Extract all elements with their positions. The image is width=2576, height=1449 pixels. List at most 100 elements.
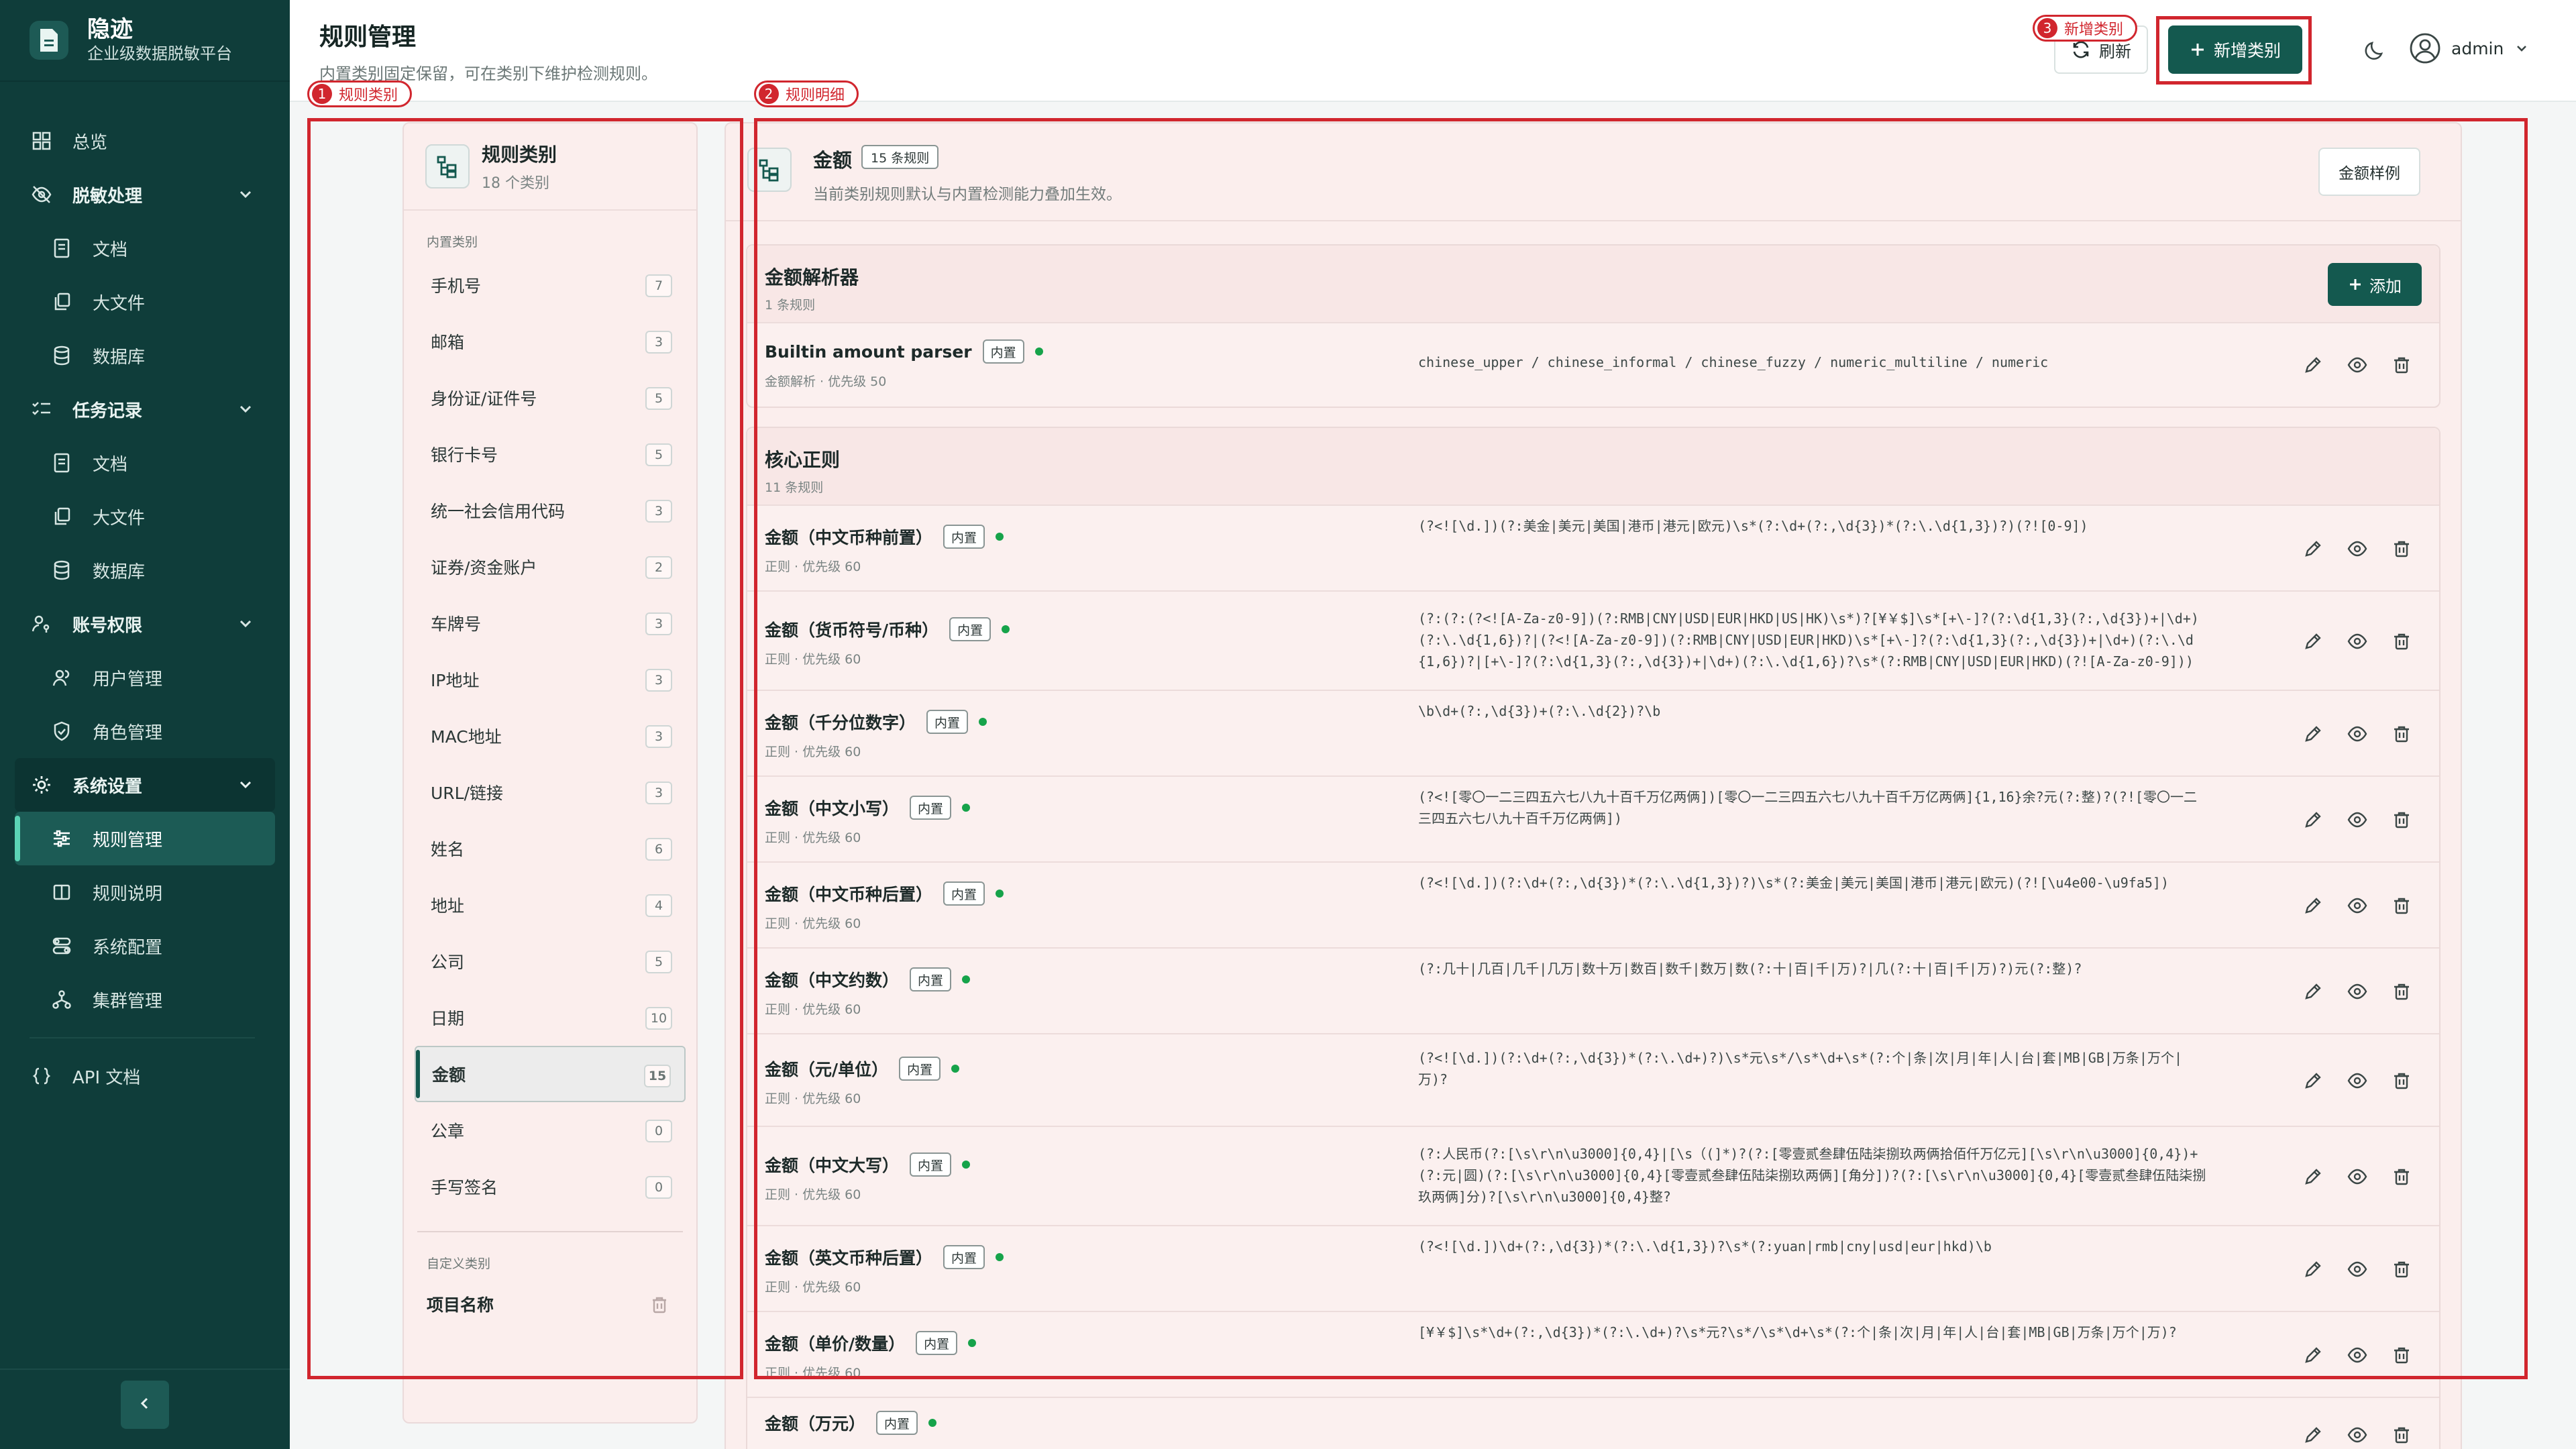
category-item-bank-card[interactable]: 银行卡号 5 — [415, 426, 686, 482]
eye-icon[interactable] — [2347, 895, 2368, 916]
category-item-email[interactable]: 邮箱 3 — [415, 313, 686, 370]
edit-icon[interactable] — [2302, 1070, 2324, 1091]
gear-icon — [28, 771, 55, 798]
collapse-sidebar-button[interactable] — [121, 1381, 169, 1429]
edit-icon[interactable] — [2302, 981, 2324, 1002]
category-item-ip[interactable]: IP地址 3 — [415, 651, 686, 708]
nav-group-desensitize[interactable]: 脱敏处理 — [15, 168, 275, 221]
edit-icon[interactable] — [2302, 895, 2324, 916]
nav-group-tasks[interactable]: 任务记录 — [15, 382, 275, 436]
eye-icon[interactable] — [2347, 1070, 2368, 1091]
nav-tasks-doc[interactable]: 文档 — [15, 436, 275, 490]
trash-icon[interactable] — [2391, 809, 2412, 830]
trash-icon[interactable] — [2391, 631, 2412, 652]
nav-overview-label: 总览 — [72, 132, 108, 153]
nav-group-settings[interactable]: 系统设置 — [15, 758, 275, 812]
category-item-company[interactable]: 公司 5 — [415, 933, 686, 989]
category-item-signature[interactable]: 手写签名 0 — [415, 1159, 686, 1215]
toggles-icon — [48, 932, 75, 959]
eye-icon[interactable] — [2347, 723, 2368, 745]
add-category-button[interactable]: 新增类别 — [2168, 25, 2302, 74]
edit-icon[interactable] — [2302, 809, 2324, 830]
category-item-name[interactable]: 姓名 6 — [415, 820, 686, 877]
moon-icon[interactable] — [2361, 35, 2391, 64]
nav-tasks-db[interactable]: 数据库 — [15, 543, 275, 597]
nav-settings-rules[interactable]: 规则管理 — [15, 812, 275, 865]
trash-icon[interactable] — [2391, 1258, 2412, 1280]
nav-settings-cluster-label: 集群管理 — [93, 991, 163, 1012]
nav-tasks-bigfile[interactable]: 大文件 — [15, 490, 275, 543]
rule-meta: 正则 · 优先级 60 — [765, 1091, 861, 1106]
rule-pattern: [¥￥$]\s*\d+(?:,\d{3})*(?:\.\d+)?\s*元?\s*… — [1418, 1324, 2177, 1340]
rule-count-badge: 15 条规则 — [861, 145, 939, 169]
edit-icon[interactable] — [2302, 631, 2324, 652]
enabled-status-dot — [996, 533, 1004, 541]
rule-group-count: 1 条规则 — [765, 298, 816, 313]
add-rule-button[interactable]: 添加 — [2328, 263, 2422, 306]
edit-icon[interactable] — [2302, 1166, 2324, 1187]
category-item-id-card[interactable]: 身份证/证件号 5 — [415, 370, 686, 426]
trash-icon[interactable] — [2391, 1070, 2412, 1091]
rule-name: 金额（元/单位） 内置 — [765, 1057, 960, 1081]
nav-desensitize-bigfile[interactable]: 大文件 — [15, 275, 275, 329]
nav-settings-cluster[interactable]: 集群管理 — [15, 973, 275, 1026]
trash-icon[interactable] — [2391, 1166, 2412, 1187]
trash-icon[interactable] — [2391, 1424, 2412, 1446]
trash-icon[interactable] — [2391, 1344, 2412, 1366]
nav-desensitize-doc[interactable]: 文档 — [15, 221, 275, 275]
builtin-tag: 内置 — [910, 1152, 952, 1177]
nav-accounts-users[interactable]: 用户管理 — [15, 651, 275, 704]
chevron-down-icon — [2513, 40, 2530, 57]
category-item-seal[interactable]: 公章 0 — [415, 1102, 686, 1159]
category-item-date[interactable]: 日期 10 — [415, 989, 686, 1046]
eye-icon[interactable] — [2347, 1424, 2368, 1446]
rule-name: 金额（中文小写） 内置 — [765, 796, 971, 820]
trash-icon[interactable] — [2391, 895, 2412, 916]
eye-icon[interactable] — [2347, 1258, 2368, 1280]
nav-settings-config[interactable]: 系统配置 — [15, 919, 275, 973]
trash-icon[interactable] — [2391, 723, 2412, 745]
edit-icon[interactable] — [2302, 538, 2324, 559]
eye-icon[interactable] — [2347, 538, 2368, 559]
eye-icon[interactable] — [2347, 809, 2368, 830]
category-item-credit-code[interactable]: 统一社会信用代码 3 — [415, 482, 686, 539]
eye-icon[interactable] — [2347, 354, 2368, 376]
nav-settings-rule-docs[interactable]: 规则说明 — [15, 865, 275, 919]
category-item-url[interactable]: URL/链接 3 — [415, 764, 686, 820]
edit-icon[interactable] — [2302, 723, 2324, 745]
category-rule-count: 7 — [645, 274, 672, 297]
trash-icon[interactable] — [2391, 354, 2412, 376]
eye-icon[interactable] — [2347, 1344, 2368, 1366]
nav-api-docs[interactable]: API 文档 — [15, 1049, 275, 1103]
edit-icon[interactable] — [2302, 1424, 2324, 1446]
eye-icon[interactable] — [2347, 1166, 2368, 1187]
nav-overview[interactable]: 总览 — [15, 114, 275, 168]
amount-sample-button[interactable]: 金额样例 — [2318, 148, 2420, 196]
category-item-phone[interactable]: 手机号 7 — [415, 257, 686, 313]
eye-icon[interactable] — [2347, 631, 2368, 652]
category-item-plate[interactable]: 车牌号 3 — [415, 595, 686, 651]
annotation-tag-2: 2 规则明细 — [754, 80, 859, 107]
trash-icon[interactable] — [649, 1295, 669, 1315]
edit-icon[interactable] — [2302, 1344, 2324, 1366]
nav-accounts-roles[interactable]: 角色管理 — [15, 704, 275, 758]
edit-icon[interactable] — [2302, 1258, 2324, 1280]
rule-actions — [2302, 895, 2412, 916]
category-item-amount[interactable]: 金额 15 — [415, 1046, 686, 1102]
rule-name: 金额（中文大写） 内置 — [765, 1152, 971, 1177]
category-item-address[interactable]: 地址 4 — [415, 877, 686, 933]
eye-icon[interactable] — [2347, 981, 2368, 1002]
rule-title: 金额（中文约数） — [765, 971, 900, 990]
nav-desensitize-db[interactable]: 数据库 — [15, 329, 275, 382]
edit-icon[interactable] — [2302, 354, 2324, 376]
enabled-status-dot — [962, 975, 971, 983]
category-item-mac[interactable]: MAC地址 3 — [415, 708, 686, 764]
custom-category-item[interactable]: 项目名称 — [404, 1279, 696, 1330]
user-menu[interactable]: admin — [2408, 30, 2530, 67]
category-item-securities[interactable]: 证券/资金账户 2 — [415, 539, 686, 595]
trash-icon[interactable] — [2391, 538, 2412, 559]
trash-icon[interactable] — [2391, 981, 2412, 1002]
nav-group-accounts[interactable]: 账号权限 — [15, 597, 275, 651]
rule-group-title: 金额解析器 — [765, 266, 859, 288]
category-rule-count: 5 — [645, 443, 672, 466]
